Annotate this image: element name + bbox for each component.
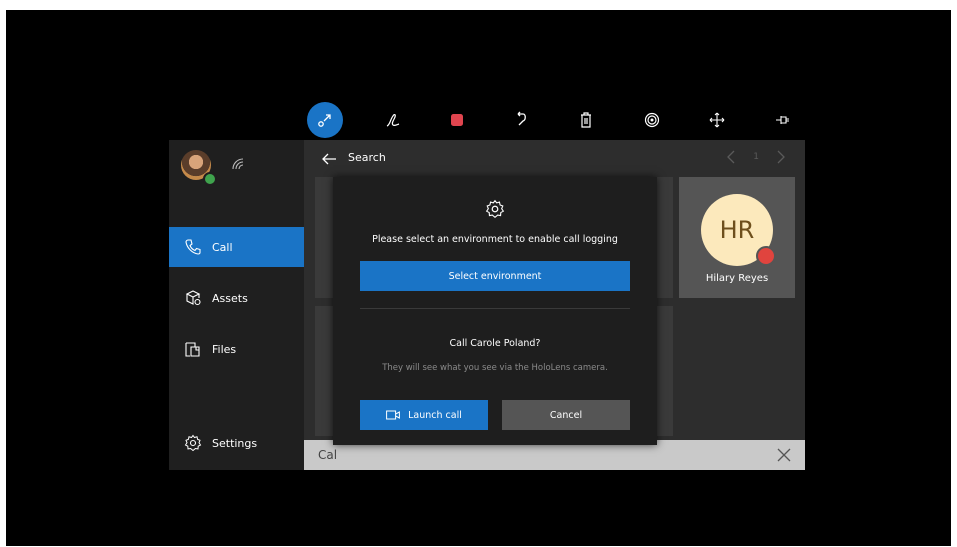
contact-tile-hilary-reyes[interactable]: HR Hilary Reyes [679, 177, 795, 298]
signal-icon [232, 158, 244, 170]
call-subtitle: They will see what you see via the HoloL… [382, 363, 608, 373]
sidebar-item-label: Call [212, 240, 233, 254]
gear-icon [184, 434, 202, 452]
pin-icon [776, 116, 789, 124]
environment-message: Please select an environment to enable c… [372, 234, 618, 245]
delete-tool[interactable] [568, 102, 604, 138]
chevron-left-icon[interactable] [725, 150, 737, 164]
select-environment-button[interactable]: Select environment [360, 261, 630, 291]
sidebar-item-label: Files [212, 342, 237, 356]
launch-call-button[interactable]: Launch call [360, 400, 488, 430]
move-icon [709, 112, 725, 128]
sidebar: Call Assets Files Settings [169, 140, 304, 470]
search-label[interactable]: Search [348, 151, 386, 164]
move-tool[interactable] [699, 102, 735, 138]
contact-initials: HR [719, 216, 755, 244]
app-canvas: Call Assets Files Settings Search 1 HR H… [6, 10, 951, 546]
sidebar-item-assets[interactable]: Assets [169, 278, 304, 318]
sidebar-item-files[interactable]: Files [169, 329, 304, 369]
pin-tool[interactable] [764, 102, 800, 138]
sidebar-item-settings[interactable]: Settings [169, 423, 304, 463]
busy-status-icon [756, 246, 776, 266]
pointer-icon [318, 114, 331, 127]
record-icon [644, 112, 660, 128]
pen-tool[interactable] [375, 102, 411, 138]
trash-icon [581, 112, 591, 128]
call-dialog: Please select an environment to enable c… [333, 177, 657, 445]
sidebar-item-label: Settings [212, 436, 258, 450]
search-header: Search 1 [304, 140, 805, 177]
chevron-right-icon[interactable] [775, 150, 787, 164]
cancel-button[interactable]: Cancel [502, 400, 630, 430]
undo-icon [517, 111, 526, 126]
call-title: Call Carole Poland? [449, 338, 541, 349]
page-number: 1 [753, 152, 759, 162]
back-arrow-icon[interactable] [320, 150, 338, 168]
color-swatch-icon [451, 114, 463, 126]
launch-call-label: Launch call [408, 409, 462, 421]
files-icon [185, 342, 200, 357]
assets-icon [185, 290, 201, 306]
record-tool[interactable] [634, 102, 670, 138]
sidebar-item-call[interactable]: Call [169, 227, 304, 267]
dialog-divider [360, 308, 630, 309]
undo-tool[interactable] [503, 102, 539, 138]
pager: 1 [725, 150, 787, 164]
pen-icon [386, 114, 400, 127]
phone-icon [185, 239, 201, 255]
sidebar-item-label: Assets [212, 291, 248, 305]
presence-status-icon [203, 172, 217, 186]
contact-name: Hilary Reyes [705, 273, 769, 284]
search-input-text[interactable]: Cal [318, 448, 337, 462]
pointer-tool[interactable] [307, 102, 343, 138]
gear-icon [485, 199, 505, 219]
color-tool[interactable] [439, 102, 475, 138]
video-camera-icon [386, 410, 401, 420]
close-icon[interactable] [777, 448, 791, 462]
